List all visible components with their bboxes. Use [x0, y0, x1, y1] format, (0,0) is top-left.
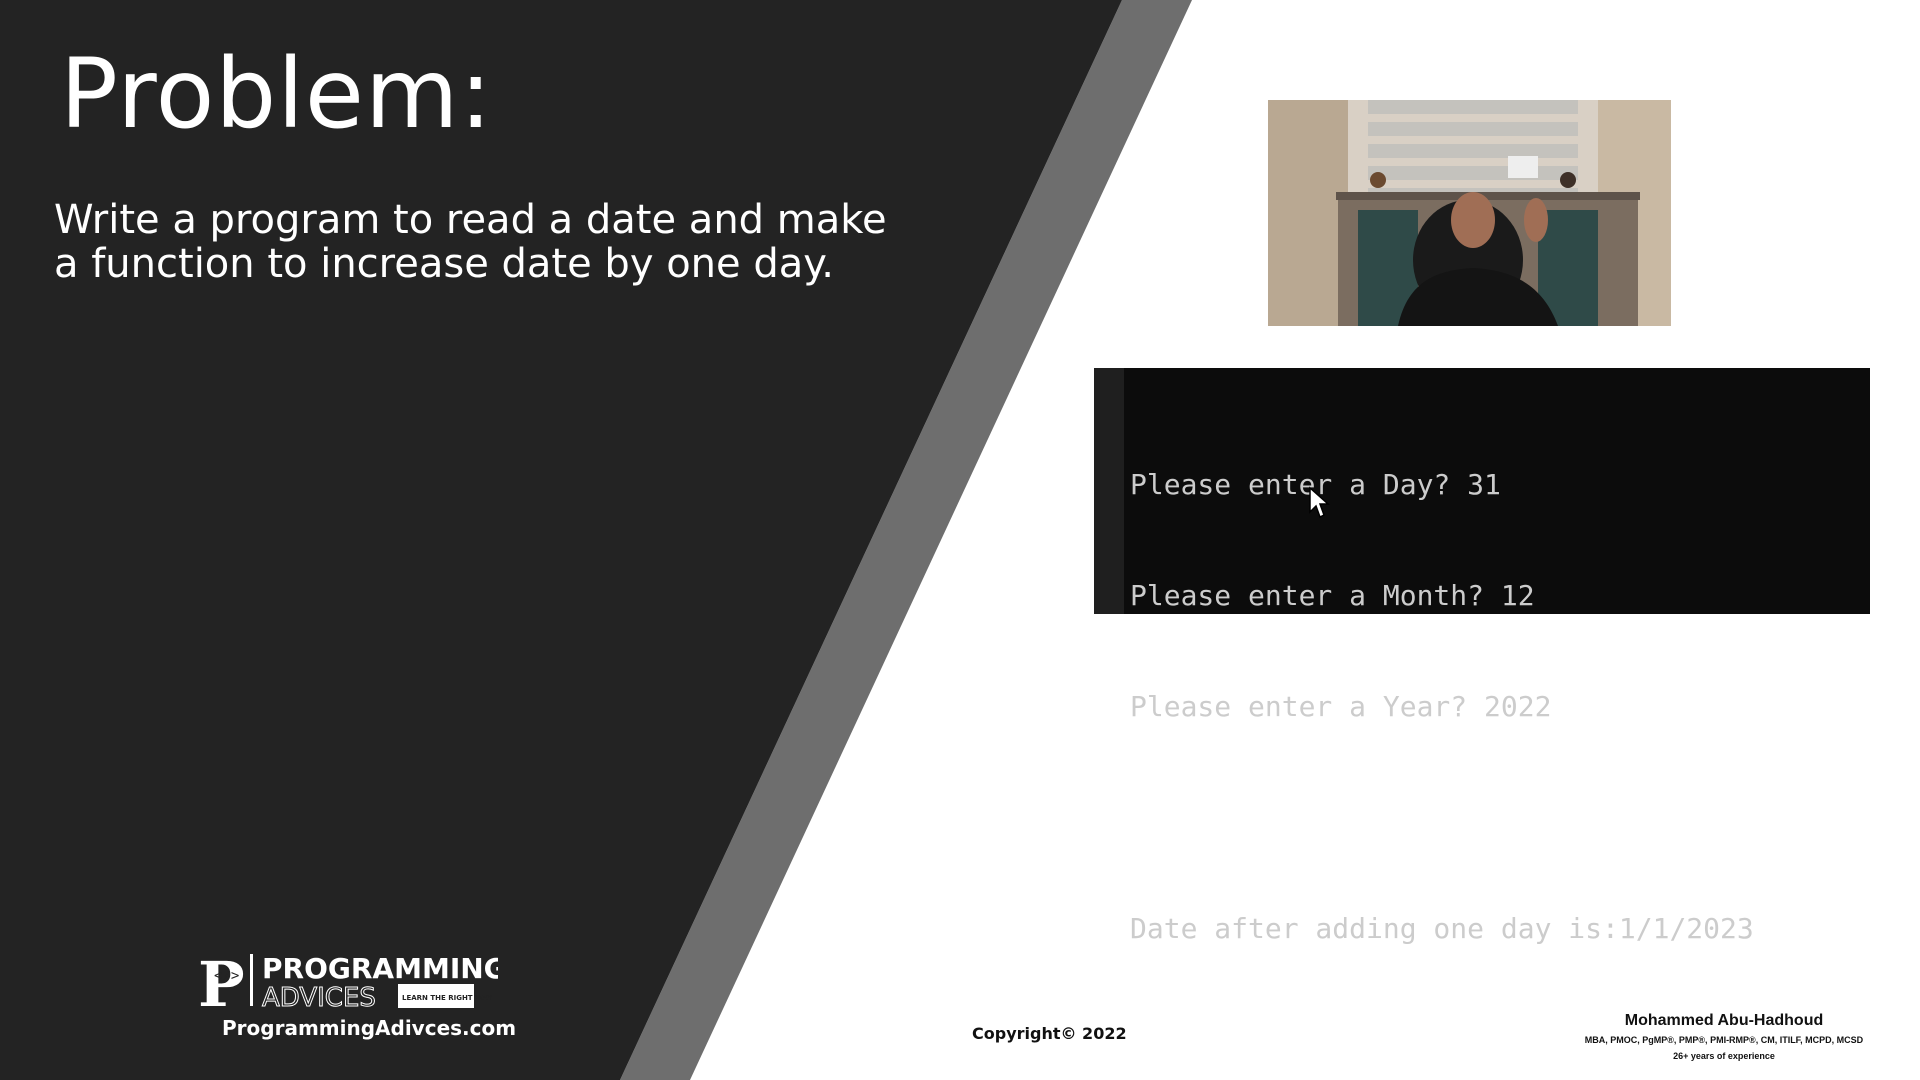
author-block: Mohammed Abu-Hadhoud MBA, PMOC, PgMP®, P… — [1544, 1012, 1904, 1061]
console-gutter — [1094, 368, 1124, 614]
logo-word-programming: PROGRAMMING — [262, 952, 498, 985]
svg-text:</>: </> — [214, 968, 239, 984]
slide-title: Problem: — [60, 38, 493, 150]
console-output: Please enter a Day? 31 Please enter a Mo… — [1130, 392, 1754, 1021]
console-window: Please enter a Day? 31 Please enter a Mo… — [1094, 368, 1870, 945]
website-link: ProgrammingAdivces.com — [222, 1016, 517, 1040]
console-line-month: Please enter a Month? 12 — [1130, 579, 1535, 612]
author-experience: 26+ years of experience — [1673, 1051, 1775, 1061]
presenter-video — [1268, 100, 1671, 326]
logo-word-advices: ADVICES — [262, 983, 376, 1013]
presenter-video-frame — [1268, 100, 1671, 326]
console-line-day: Please enter a Day? 31 — [1130, 468, 1501, 501]
logo-mark: P </> PROGRAMMING ADVICES LEARN THE RIGH… — [198, 948, 507, 1021]
dark-panel — [0, 0, 1122, 1080]
author-credentials: MBA, PMOC, PgMP®, PMP®, PMI-RMP®, CM, IT… — [1584, 1035, 1864, 1045]
mouse-pointer-icon — [1309, 486, 1330, 519]
console-line-year: Please enter a Year? 2022 — [1130, 690, 1552, 723]
console-line-result: Date after adding one day is:1/1/2023 — [1130, 912, 1754, 945]
problem-statement: Write a program to read a date and make … — [54, 197, 887, 287]
copyright-notice: Copyright© 2022 — [972, 1024, 1127, 1043]
author-name: Mohammed Abu-Hadhoud — [1624, 1012, 1824, 1029]
logo-tagline: LEARN THE RIGHT WAY — [402, 994, 493, 1002]
